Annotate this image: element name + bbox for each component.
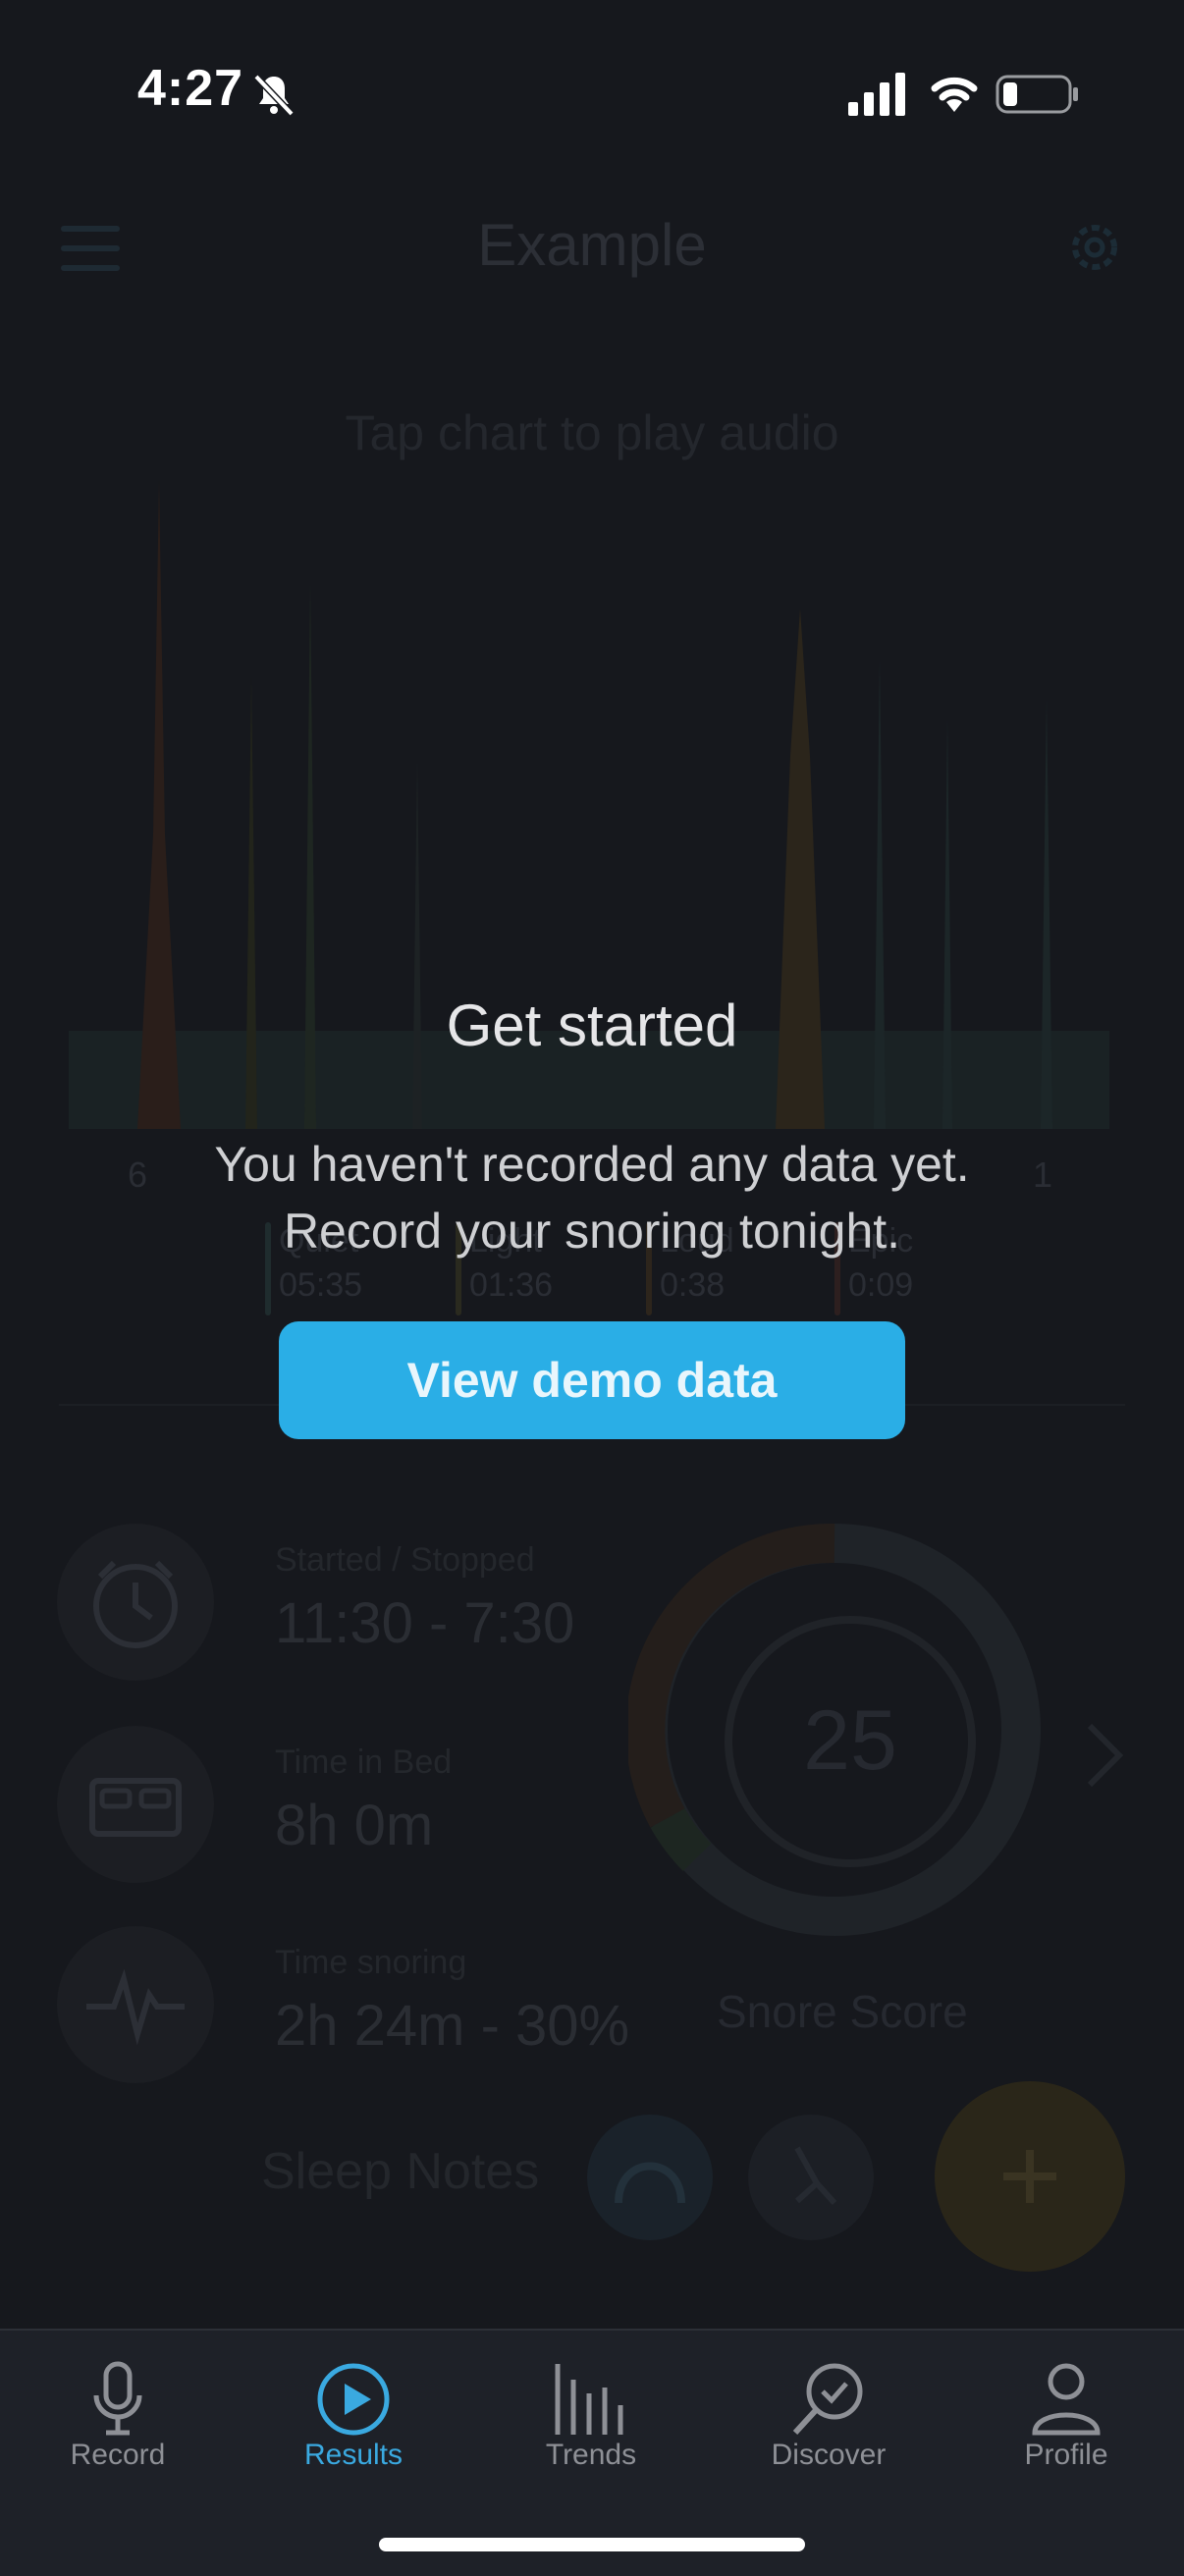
tab-label: Results [303, 2439, 404, 2471]
sleep-notes-label: Sleep Notes [261, 2143, 540, 2200]
gear-icon[interactable] [1065, 218, 1124, 277]
play-circle-icon [317, 2363, 390, 2436]
stat-label: Time snoring [275, 1944, 467, 1981]
chart-hint: Tap chart to play audio [345, 405, 839, 460]
tab-profile[interactable]: Profile [948, 2331, 1184, 2497]
chevron-right-icon[interactable] [1080, 1716, 1129, 1795]
overlay-message: You haven't recorded any data yet. Recor… [0, 1131, 1184, 1264]
bed-icon [57, 1726, 214, 1883]
tab-trends[interactable]: Trends [473, 2331, 709, 2497]
legend-value: 05:35 [279, 1266, 363, 1304]
stat-value: 8h 0m [275, 1794, 434, 1857]
home-indicator [379, 2538, 805, 2551]
tab-label: Trends [545, 2439, 637, 2471]
tab-discover[interactable]: Discover [711, 2331, 946, 2497]
stat-label: Started / Stopped [275, 1541, 535, 1579]
snore-score-gauge[interactable]: 25 [628, 1524, 1041, 1936]
stat-value: 2h 24m - 30% [275, 1994, 630, 2058]
page-title: Example [477, 212, 707, 278]
alarm-clock-icon [57, 1524, 214, 1681]
legend-value: 0:38 [660, 1266, 726, 1304]
tab-label: Record [70, 2439, 166, 2471]
overlay-line-2: Record your snoring tonight. [283, 1204, 901, 1259]
legend-value: 01:36 [469, 1266, 554, 1304]
overlay-line-1: You haven't recorded any data yet. [214, 1137, 970, 1192]
score-caption: Snore Score [717, 1986, 968, 2037]
add-note-button[interactable] [935, 2081, 1125, 2272]
bars-icon [555, 2364, 623, 2435]
tab-label: Profile [1024, 2439, 1108, 2471]
nose-icon[interactable] [748, 2115, 874, 2240]
overlay-title: Get started [446, 993, 738, 1058]
person-icon [1032, 2363, 1101, 2436]
magnifier-check-icon [792, 2363, 863, 2436]
legend-value: 0:09 [848, 1266, 914, 1304]
tab-results[interactable]: Results [236, 2331, 471, 2497]
tab-record[interactable]: Record [0, 2331, 236, 2497]
stat-label: Time in Bed [275, 1744, 453, 1781]
mouthguard-icon[interactable] [587, 2115, 713, 2240]
stat-value: 11:30 - 7:30 [275, 1591, 575, 1655]
view-demo-data-button[interactable]: View demo data [279, 1321, 905, 1439]
heartbeat-icon [57, 1926, 214, 2083]
microphone-icon [93, 2361, 142, 2436]
tab-label: Discover [771, 2439, 887, 2471]
score-value: 25 [803, 1693, 897, 1788]
